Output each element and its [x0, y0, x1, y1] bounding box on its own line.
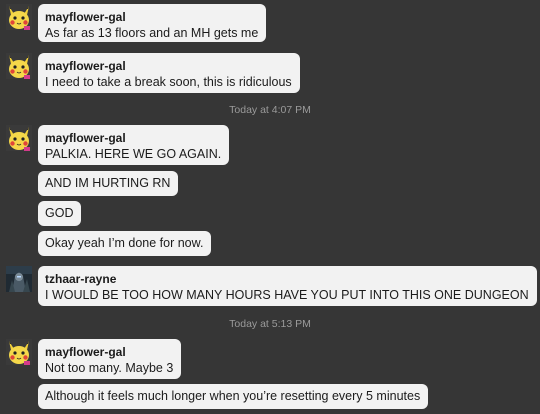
message-bubble[interactable]: mayflower-gal Not too many. Maybe 3: [38, 339, 182, 379]
dark-character-avatar-icon[interactable]: [6, 266, 32, 292]
message-text: AND IM HURTING RN: [45, 176, 171, 190]
message-bubble[interactable]: mayflower-gal I need to take a break soo…: [38, 53, 300, 93]
message-text: I need to take a break soon, this is rid…: [45, 75, 292, 89]
message-bubble[interactable]: mayflower-gal PALKIA. HERE WE GO AGAIN.: [38, 125, 230, 165]
timestamp-divider: Today at 4:07 PM: [229, 104, 311, 116]
message-text: Although it feels much longer when you’r…: [45, 389, 421, 403]
message-text: Okay yeah I’m done for now.: [45, 236, 204, 250]
message-text: GOD: [45, 206, 74, 220]
username[interactable]: mayflower-gal: [45, 59, 292, 74]
timestamp-divider: Today at 5:13 PM: [229, 318, 311, 330]
username[interactable]: mayflower-gal: [45, 345, 173, 360]
pikachu-avatar-icon[interactable]: [6, 125, 32, 151]
pikachu-avatar-icon[interactable]: [6, 339, 32, 365]
message-bubble[interactable]: Although it feels much longer when you’r…: [38, 384, 429, 409]
message-bubble[interactable]: GOD: [38, 201, 82, 226]
message-bubble[interactable]: tzhaar-rayne I WOULD BE TOO HOW MANY HOU…: [38, 266, 537, 306]
pikachu-avatar-icon[interactable]: [6, 53, 32, 79]
message-bubble[interactable]: mayflower-gal As far as 13 floors and an…: [38, 4, 267, 42]
username[interactable]: mayflower-gal: [45, 131, 221, 146]
message-bubble[interactable]: AND IM HURTING RN: [38, 171, 179, 196]
username[interactable]: mayflower-gal: [45, 10, 258, 25]
message-bubble[interactable]: Okay yeah I’m done for now.: [38, 231, 212, 256]
username[interactable]: tzhaar-rayne: [45, 272, 529, 287]
message-text: PALKIA. HERE WE GO AGAIN.: [45, 147, 222, 161]
message-text: I WOULD BE TOO HOW MANY HOURS HAVE YOU P…: [45, 288, 529, 302]
message-text: As far as 13 floors and an MH gets me: [45, 26, 259, 40]
pikachu-avatar-icon[interactable]: [6, 4, 32, 30]
message-text: Not too many. Maybe 3: [45, 361, 174, 375]
